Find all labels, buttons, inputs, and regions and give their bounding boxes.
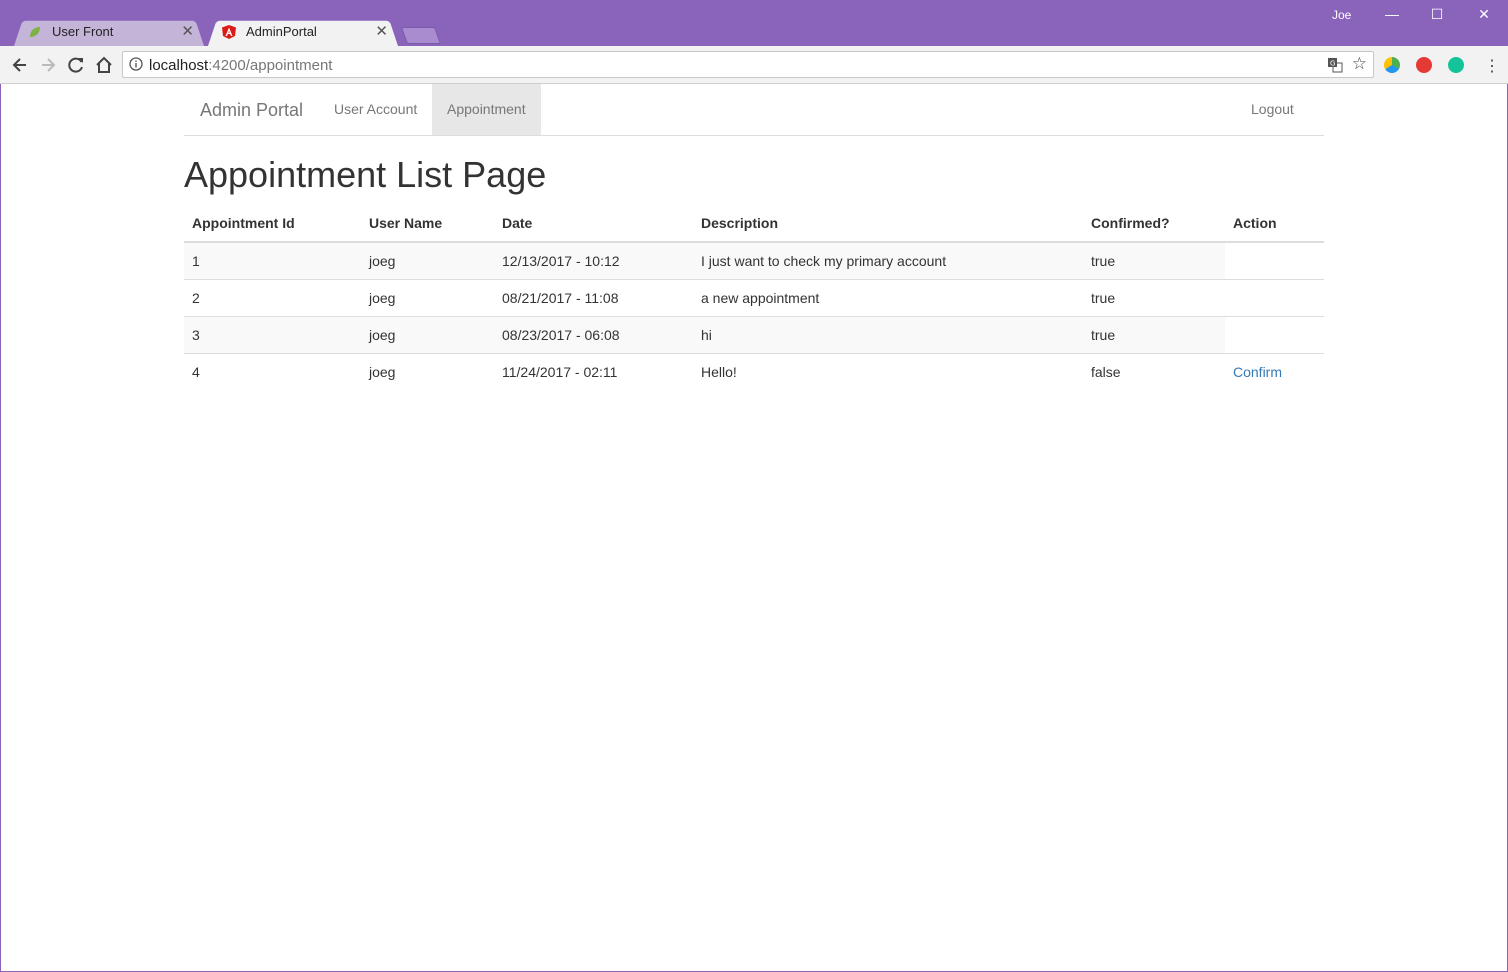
column-header: Appointment Id — [184, 205, 361, 243]
close-icon[interactable]: ✕ — [181, 18, 194, 46]
menu-kebab-icon[interactable]: ⋮ — [1484, 56, 1500, 76]
confirm-link[interactable]: Confirm — [1233, 364, 1282, 380]
cell-confirmed: true — [1083, 316, 1225, 354]
tab-user-front[interactable]: User Front ✕ — [14, 18, 204, 46]
bookmark-star-icon[interactable]: ☆ — [1352, 54, 1367, 74]
profile-name[interactable]: Joe — [1332, 8, 1351, 22]
page-title: Appointment List Page — [184, 154, 547, 195]
svg-text:G: G — [1330, 60, 1335, 68]
cell-date: 08/23/2017 - 06:08 — [494, 316, 693, 354]
cell-confirmed: false — [1083, 353, 1225, 390]
minimize-icon[interactable]: — — [1382, 4, 1402, 24]
opera-extension-icon[interactable] — [1416, 57, 1432, 73]
cell-user: joeg — [361, 279, 494, 317]
table-row: 1 joeg 12/13/2017 - 10:12 I just want to… — [184, 241, 1324, 280]
cell-action — [1225, 316, 1324, 354]
grammarly-icon[interactable] — [1448, 57, 1464, 73]
cell-description: hi — [693, 316, 1083, 354]
browser-titlebar: User Front ✕ AdminPortal ✕ Joe — ☐ ✕ — [0, 0, 1508, 46]
app-navbar: Admin Portal User Account Appointment Lo… — [184, 84, 1324, 136]
cell-action — [1225, 279, 1324, 317]
table-row: 4 joeg 11/24/2017 - 02:11 Hello! false C… — [184, 353, 1324, 390]
reload-icon[interactable] — [66, 55, 86, 75]
tab-title: AdminPortal — [246, 24, 317, 39]
cell-id: 4 — [184, 353, 361, 390]
page-content: Admin Portal User Account Appointment Lo… — [1, 84, 1507, 971]
table-row: 3 joeg 08/23/2017 - 06:08 hi true — [184, 316, 1324, 354]
table-row: 2 joeg 08/21/2017 - 11:08 a new appointm… — [184, 279, 1324, 317]
cell-action: Confirm — [1225, 353, 1324, 390]
cell-user: joeg — [361, 241, 494, 280]
info-icon[interactable] — [129, 57, 143, 71]
cell-id: 1 — [184, 241, 361, 280]
table-header-row: Appointment Id User Name Date Descriptio… — [184, 205, 1324, 243]
address-bar[interactable]: localhost:4200/appointment G ☆ — [122, 51, 1374, 78]
cell-date: 11/24/2017 - 02:11 — [494, 353, 693, 390]
cell-action — [1225, 241, 1324, 280]
close-icon[interactable]: ✕ — [375, 18, 388, 46]
new-tab-button[interactable] — [400, 27, 442, 44]
column-header: User Name — [361, 205, 494, 243]
column-header: Date — [494, 205, 693, 243]
translate-icon[interactable]: G — [1327, 57, 1343, 73]
column-header: Description — [693, 205, 1083, 243]
url-text[interactable]: localhost:4200/appointment — [149, 57, 332, 74]
cell-id: 3 — [184, 316, 361, 354]
container: Admin Portal User Account Appointment Lo… — [184, 84, 1324, 390]
maximize-icon[interactable]: ☐ — [1427, 4, 1447, 24]
column-header: Action — [1225, 205, 1324, 243]
angular-icon — [222, 25, 236, 39]
cell-user: joeg — [361, 316, 494, 354]
cell-confirmed: true — [1083, 241, 1225, 280]
back-arrow-icon[interactable] — [10, 55, 30, 75]
tab-title: User Front — [52, 24, 114, 39]
browser-toolbar: localhost:4200/appointment G ☆ ⋮ — [0, 46, 1508, 84]
cell-user: joeg — [361, 353, 494, 390]
cell-id: 2 — [184, 279, 361, 317]
cell-description: Hello! — [693, 353, 1083, 390]
leaf-icon — [30, 27, 40, 37]
nav-logout[interactable]: Logout — [1236, 84, 1309, 135]
cell-date: 08/21/2017 - 11:08 — [494, 279, 693, 317]
column-header: Confirmed? — [1083, 205, 1225, 243]
nav-user-account[interactable]: User Account — [319, 84, 432, 135]
cell-description: I just want to check my primary account — [693, 241, 1083, 280]
cell-confirmed: true — [1083, 279, 1225, 317]
forward-arrow-icon[interactable] — [38, 55, 58, 75]
nav-appointment[interactable]: Appointment — [432, 84, 541, 135]
cell-description: a new appointment — [693, 279, 1083, 317]
appointment-table: Appointment Id User Name Date Descriptio… — [184, 205, 1324, 390]
cell-date: 12/13/2017 - 10:12 — [494, 241, 693, 280]
home-icon[interactable] — [94, 55, 114, 75]
tab-admin-portal[interactable]: AdminPortal ✕ — [208, 18, 398, 46]
window-close-icon[interactable]: ✕ — [1474, 4, 1494, 24]
brand-link[interactable]: Admin Portal — [200, 100, 303, 121]
extension-icon[interactable] — [1384, 57, 1400, 73]
